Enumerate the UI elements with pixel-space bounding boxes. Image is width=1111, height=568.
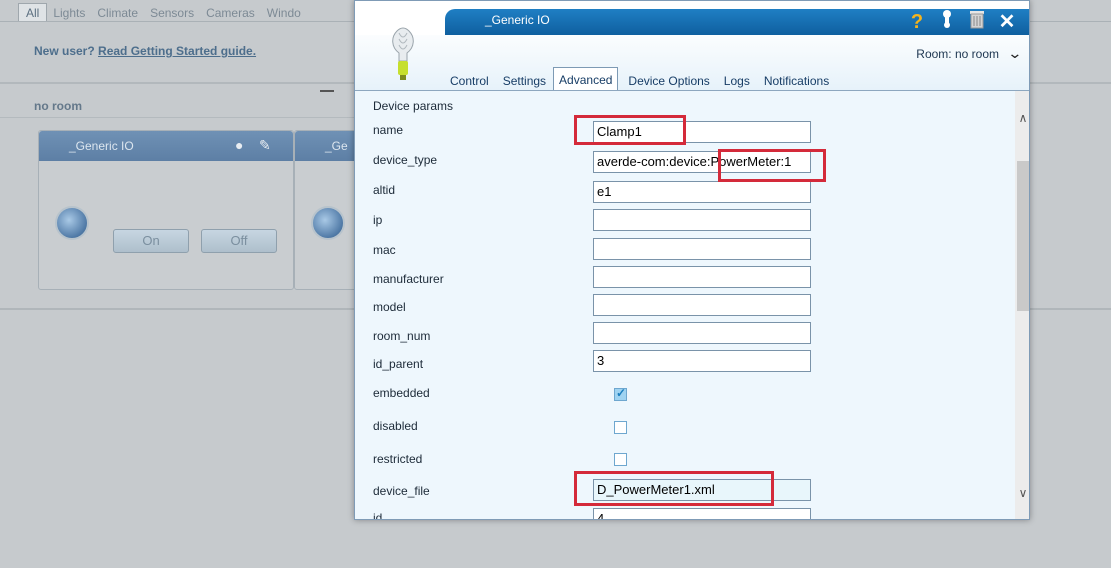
param-label-ip: ip [373, 213, 383, 227]
off-button[interactable]: Off [201, 229, 277, 253]
settings-icon[interactable]: ● [235, 137, 249, 153]
restricted-checkbox[interactable] [614, 453, 627, 466]
model-field[interactable] [593, 294, 811, 316]
tab-lights[interactable]: Lights [47, 4, 91, 22]
device-params-panel: Device params name Clamp1 device_type av… [355, 91, 1029, 520]
dialog-titlebar[interactable]: _Generic IO ? ✕ [445, 9, 1029, 35]
manufacturer-field[interactable] [593, 266, 811, 288]
embedded-checkbox[interactable] [614, 386, 627, 401]
highlight-box [574, 115, 686, 145]
device-dialog: _Generic IO ? ✕ Room: no room ⌄ Control … [354, 0, 1030, 520]
device-card-title: _Ge [325, 139, 348, 153]
collapse-icon[interactable] [320, 90, 334, 92]
altid-field[interactable]: e1 [593, 181, 811, 203]
param-label-name: name [373, 123, 404, 137]
on-button[interactable]: On [113, 229, 189, 253]
tab-windows[interactable]: Windo [261, 4, 307, 22]
device-card-header: _Generic IO ● ✎ [39, 131, 293, 161]
vertical-scrollbar[interactable]: ∧ ∨ [1015, 91, 1029, 519]
disabled-checkbox[interactable] [614, 421, 627, 434]
param-label-model: model [373, 300, 406, 314]
param-label-mac: mac [373, 243, 396, 257]
trash-icon[interactable] [965, 9, 989, 36]
mac-field[interactable] [593, 238, 811, 260]
new-user-notice: New user? Read Getting Started guide. [34, 44, 256, 58]
divider [0, 117, 355, 118]
id-field[interactable]: 4 [593, 508, 811, 519]
param-label-room-num: room_num [373, 329, 431, 343]
param-label-altid: altid [373, 183, 396, 197]
param-label-id-parent: id_parent [373, 357, 424, 371]
param-label-embedded: embedded [373, 386, 430, 400]
tab-device-options[interactable]: Device Options [618, 71, 716, 91]
settings-icon[interactable] [935, 9, 959, 36]
param-label-device-file: device_file [373, 484, 430, 498]
dialog-title: _Generic IO [485, 13, 550, 27]
tab-advanced[interactable]: Advanced [553, 67, 619, 92]
id-parent-field[interactable]: 3 [593, 350, 811, 372]
section-title: Device params [373, 99, 454, 113]
titlebar-icons: ? ✕ [905, 9, 1019, 35]
scroll-down-icon[interactable]: ∨ [1015, 486, 1029, 500]
lightbulb-icon [392, 27, 414, 80]
scrollbar-thumb[interactable] [1017, 161, 1029, 311]
wrench-icon[interactable]: ✎ [259, 137, 273, 153]
param-label-device-type: device_type [373, 153, 438, 167]
category-tabs: All Lights Climate Sensors Cameras Windo [18, 0, 307, 22]
tab-all[interactable]: All [18, 3, 48, 22]
device-status-icon [311, 206, 345, 240]
chevron-down-icon[interactable]: ⌄ [1008, 45, 1023, 62]
device-card-title: _Generic IO [69, 139, 134, 153]
help-icon[interactable]: ? [905, 9, 929, 35]
tab-settings[interactable]: Settings [496, 71, 553, 91]
getting-started-link[interactable]: Read Getting Started guide. [98, 44, 256, 58]
param-label-disabled: disabled [373, 419, 418, 433]
scroll-up-icon[interactable]: ∧ [1015, 111, 1029, 125]
param-label-restricted: restricted [373, 452, 423, 466]
param-label-id: id [373, 511, 383, 520]
tab-sensors[interactable]: Sensors [144, 4, 200, 22]
ip-field[interactable] [593, 209, 811, 231]
close-icon[interactable]: ✕ [995, 9, 1019, 35]
highlight-box [718, 149, 826, 182]
tab-control[interactable]: Control [443, 71, 496, 91]
dialog-tabs: Control Settings Advanced Device Options… [443, 65, 836, 92]
highlight-box [574, 471, 774, 506]
room-heading: no room [34, 99, 82, 113]
room-num-field[interactable] [593, 322, 811, 344]
tab-cameras[interactable]: Cameras [200, 4, 261, 22]
param-label-manufacturer: manufacturer [373, 272, 444, 286]
tab-logs[interactable]: Logs [717, 71, 757, 91]
device-status-icon [55, 206, 89, 240]
new-user-prefix: New user? [34, 44, 95, 58]
tab-notifications[interactable]: Notifications [757, 71, 836, 91]
tab-climate[interactable]: Climate [91, 4, 144, 22]
device-card: _Generic IO ● ✎ On Off [38, 130, 294, 290]
room-selector[interactable]: Room: no room [916, 47, 999, 61]
